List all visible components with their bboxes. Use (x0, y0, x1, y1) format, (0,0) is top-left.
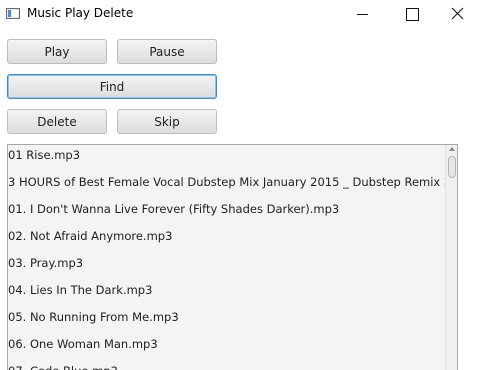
app-window-icon (6, 8, 20, 19)
list-item[interactable]: 06. One Woman Man.mp3 (8, 334, 445, 361)
list-item[interactable]: 01. I Don't Wanna Live Forever (Fifty Sh… (8, 199, 445, 226)
pause-button[interactable]: Pause (117, 39, 217, 64)
list-item[interactable]: 3 HOURS of Best Female Vocal Dubstep Mix… (8, 172, 445, 199)
list-item[interactable]: 05. No Running From Me.mp3 (8, 307, 445, 334)
list-item[interactable]: 03. Pray.mp3 (8, 253, 445, 280)
list-item[interactable]: 04. Lies In The Dark.mp3 (8, 280, 445, 307)
list-item[interactable]: 01 Rise.mp3 (8, 145, 445, 172)
song-list-items: 01 Rise.mp3 3 HOURS of Best Female Vocal… (8, 145, 445, 370)
list-item[interactable]: 07. Code Blue.mp3 (8, 361, 445, 370)
scroll-up-arrow-icon[interactable] (449, 147, 455, 151)
vertical-scrollbar[interactable] (445, 145, 457, 370)
window-title: Music Play Delete (27, 6, 134, 20)
minimize-icon[interactable] (340, 0, 386, 28)
title-bar: Music Play Delete (0, 0, 477, 28)
close-icon[interactable] (434, 0, 477, 28)
delete-button[interactable]: Delete (7, 109, 107, 134)
song-list[interactable]: 01 Rise.mp3 3 HOURS of Best Female Vocal… (7, 144, 458, 370)
skip-button[interactable]: Skip (117, 109, 217, 134)
maximize-icon[interactable] (388, 0, 434, 28)
list-item[interactable]: 02. Not Afraid Anymore.mp3 (8, 226, 445, 253)
play-button[interactable]: Play (7, 39, 107, 64)
find-button[interactable]: Find (7, 74, 217, 99)
scroll-thumb[interactable] (448, 156, 456, 178)
